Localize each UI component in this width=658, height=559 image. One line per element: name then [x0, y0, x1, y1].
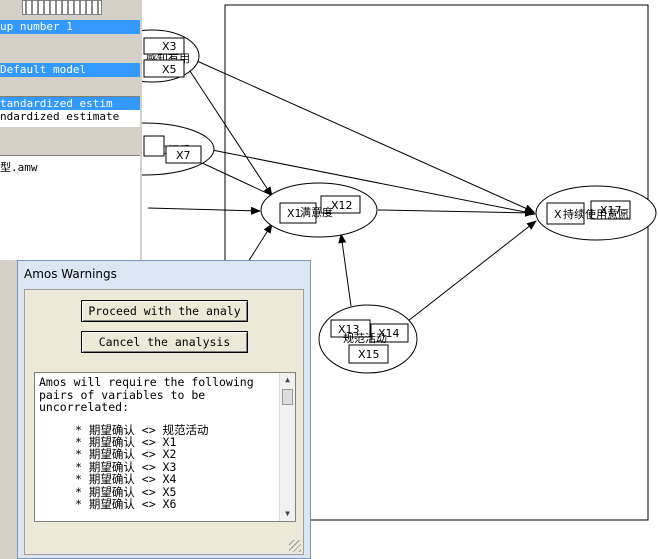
path-norm-intention[interactable] — [407, 220, 537, 322]
pair-item: 期望确认 <> X2 — [75, 448, 295, 461]
estimates-item-unstandardized[interactable]: ndardized estimate — [0, 110, 140, 123]
resize-grip-icon[interactable] — [289, 540, 301, 552]
pair-item: 期望确认 <> X4 — [75, 473, 295, 486]
warnings-intro-text: Amos will require the following pairs of… — [39, 375, 261, 414]
estimates-item-standardized[interactable]: tandardized estim — [0, 97, 140, 110]
path-usefulness-satisfaction[interactable] — [187, 67, 273, 197]
model-label: Default model — [0, 63, 87, 76]
path-left-satisfaction[interactable] — [147, 206, 261, 215]
cancel-analysis-button[interactable]: Cancel the analysis — [81, 331, 248, 353]
file-name[interactable]: 型.amw — [0, 156, 140, 175]
path-norm-satisfaction[interactable] — [338, 233, 352, 307]
uncorrelated-pairs-list: 期望确认 <> 规范活动 期望确认 <> X1 期望确认 <> X2 期望确认 … — [35, 423, 295, 511]
latent-satisfaction-label: 满意度 — [300, 205, 333, 219]
path-satisfaction-intention[interactable] — [377, 208, 535, 217]
path-usefulness-intention[interactable] — [196, 60, 535, 213]
estimates-list[interactable]: tandardized estim ndardized estimate — [0, 96, 140, 127]
indicator-x7-label: X7 — [176, 149, 191, 162]
indicator-x5-label: X5 — [162, 63, 177, 76]
scroll-thumb[interactable] — [282, 389, 293, 405]
path-expectation-satisfaction[interactable] — [247, 223, 273, 263]
model-selector[interactable]: Default model — [0, 63, 140, 77]
group-label: up number 1 — [0, 20, 73, 33]
file-list[interactable]: 型.amw — [0, 155, 140, 261]
pair-item: 期望确认 <> X6 — [75, 498, 295, 511]
dialog-title[interactable]: Amos Warnings — [24, 267, 117, 281]
message-scrollbar[interactable]: ▲ ▼ — [279, 373, 295, 521]
toolbar-strip[interactable] — [22, 0, 102, 15]
indicator-x12-label: X12 — [331, 199, 353, 212]
amos-warnings-dialog[interactable]: Amos Warnings Proceed with the analy Can… — [17, 260, 311, 559]
warnings-message-box[interactable]: Amos will require the following pairs of… — [34, 372, 296, 522]
group-selector[interactable]: up number 1 — [0, 20, 140, 34]
latent-continuance-intention-label: 持续使用意愿 — [563, 207, 629, 221]
scroll-up-arrow-icon[interactable]: ▲ — [280, 373, 295, 387]
indicator-partial[interactable] — [143, 135, 165, 157]
indicator-x3-label: X3 — [162, 40, 177, 53]
indicator-x15-label: X15 — [358, 348, 380, 361]
scroll-down-arrow-icon[interactable]: ▼ — [280, 507, 295, 521]
proceed-button[interactable]: Proceed with the analy — [81, 300, 248, 322]
dialog-body: Proceed with the analy Cancel the analys… — [24, 289, 304, 555]
latent-norm-activity-label: 规范活动 — [343, 331, 387, 345]
indicator-x-cont-label: X — [554, 208, 562, 221]
